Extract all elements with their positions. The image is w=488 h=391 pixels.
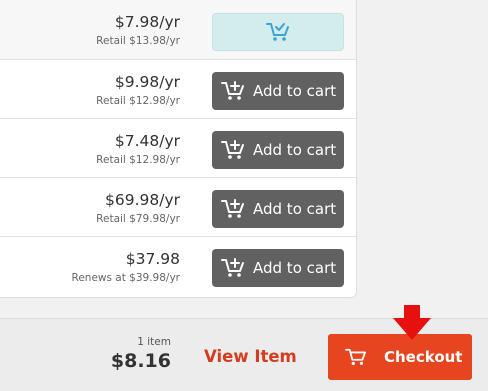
item-price: $9.98/yr [114,73,180,91]
add-to-cart-label: Add to cart [253,82,337,100]
cart-icon [345,348,366,365]
cart-plus-icon [221,81,244,100]
view-item-link[interactable]: View Item [204,347,297,366]
list-item: $37.98 Renews at $39.98/yr Add to cart [0,237,356,296]
add-to-cart-button[interactable]: Add to cart [212,249,344,287]
item-retail-price: Retail $13.98/yr [96,35,180,47]
item-price: $7.48/yr [114,132,180,150]
item-count: 1 item [137,336,171,348]
cart-plus-icon [221,199,244,218]
item-retail-price: Retail $12.98/yr [96,95,180,107]
item-renewal-price: Renews at $39.98/yr [71,272,181,284]
cart-plus-icon [221,258,244,277]
list-item: $7.98/yr Retail $13.98/yr [0,0,356,60]
arrow-down-icon [393,305,431,340]
add-to-cart-button[interactable]: Add to cart [212,190,344,228]
add-to-cart-label: Add to cart [253,200,337,218]
cart-items-panel: $7.98/yr Retail $13.98/yr $9.98/yr Retai… [0,0,357,298]
item-retail-price: Retail $12.98/yr [96,154,180,166]
add-to-cart-button[interactable]: Add to cart [212,131,344,169]
add-to-cart-button[interactable]: Add to cart [212,72,344,110]
item-price: $37.98 [125,250,180,268]
list-item: $9.98/yr Retail $12.98/yr Add to cart [0,60,356,119]
cart-check-icon [266,23,289,41]
list-item: $7.48/yr Retail $12.98/yr Add to cart [0,119,356,178]
in-cart-button[interactable] [212,13,344,51]
add-to-cart-label: Add to cart [253,259,337,277]
item-price: $69.98/yr [104,191,180,209]
cart-plus-icon [221,140,244,159]
checkout-label: Checkout [384,348,463,366]
add-to-cart-label: Add to cart [253,141,337,159]
list-item: $69.98/yr Retail $79.98/yr Add to cart [0,178,356,237]
item-price: $7.98/yr [114,13,180,31]
item-retail-price: Retail $79.98/yr [96,213,180,225]
cart-total: $8.16 [110,350,171,372]
